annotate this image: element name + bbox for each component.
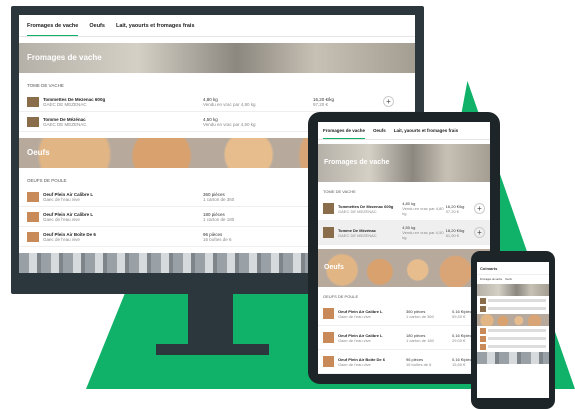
- section-banner-cheese: Fromages de vache: [19, 43, 415, 73]
- product-row[interactable]: Oeuf Plein Air Boîte De 6 Gaec de l'eau v…: [318, 350, 490, 374]
- list-item[interactable]: [480, 336, 546, 342]
- category-tabs: Fromages de vache Oeufs Lait, yaourts et…: [318, 122, 490, 140]
- group-label: TOME DE VACHE: [323, 189, 356, 194]
- product-thumbnail: [27, 96, 39, 107]
- product-qty-note: Vendu en vrac par 4,80 kg: [203, 101, 256, 107]
- product-thumbnail: [480, 344, 486, 350]
- plus-icon[interactable]: +: [473, 203, 485, 214]
- product-seller: GAEC DE MEZENAC: [338, 232, 377, 238]
- product-row[interactable]: Tomme De Mézénac GAEC DE MEZENAC 4,50 kg V…: [318, 221, 490, 245]
- dairy-photo: [477, 352, 549, 364]
- eggs-photo: [477, 314, 549, 326]
- list-item[interactable]: [480, 344, 546, 350]
- product-thumbnail: [323, 356, 334, 367]
- section-title: Oeufs: [324, 264, 344, 271]
- product-seller: Gaec de l'eau vive: [338, 361, 371, 367]
- product-seller: GAEC DE MEZENAC: [43, 101, 87, 107]
- monitor-base: [156, 344, 269, 355]
- product-qty-note: Vendu en vrac par 4,50 kg: [402, 230, 444, 240]
- tab-oeufs[interactable]: Oeufs: [505, 278, 512, 281]
- product-thumbnail: [323, 227, 334, 238]
- list-item[interactable]: [480, 306, 546, 312]
- list-item[interactable]: [480, 328, 546, 334]
- product-qty-note: 1 carton de 360: [406, 313, 434, 319]
- product-qty-note: 16 boîtes de 6: [203, 236, 232, 242]
- section-banner-eggs: Oeufs: [318, 249, 490, 287]
- product-thumbnail: [27, 116, 39, 127]
- product-row[interactable]: Oeuf Plein Air Calibre L Gaec de l'eau vi…: [318, 326, 490, 350]
- product-seller: Gaec de l'eau vive: [338, 337, 371, 343]
- product-thumbnail: [323, 308, 334, 319]
- text-placeholder: [488, 329, 546, 332]
- tab-fromages-de-vache[interactable]: Fromages de vache: [480, 278, 502, 281]
- product-qty-note: Vendu en vrac par 4,50 kg: [203, 121, 256, 127]
- section-title: Fromages de vache: [324, 159, 390, 166]
- tab-lait-yaourts[interactable]: Lait, yaourts et fromages frais: [116, 23, 195, 36]
- product-thumbnail: [323, 203, 334, 214]
- plus-icon[interactable]: +: [383, 96, 394, 107]
- category-tabs: Fromages de vache Oeufs: [477, 275, 549, 284]
- product-qty-note: 1 carton de 180: [203, 216, 235, 222]
- text-placeholder: [488, 307, 546, 310]
- tab-oeufs[interactable]: Oeufs: [373, 128, 386, 139]
- phone-screen: Colmarts Fromages de vache Oeufs: [477, 262, 549, 398]
- group-label: OEUFS DE POULE: [323, 294, 359, 299]
- list-item[interactable]: [480, 298, 546, 304]
- text-placeholder: [488, 337, 546, 340]
- product-thumbnail: [27, 191, 39, 202]
- app-title: Colmarts: [477, 262, 549, 275]
- section-title: Oeufs: [27, 148, 50, 157]
- tab-oeufs[interactable]: Oeufs: [89, 23, 105, 36]
- text-placeholder: [488, 299, 546, 302]
- product-thumbnail: [27, 231, 39, 242]
- monitor-stand: [188, 294, 233, 346]
- product-name: Tommettes De Mezenac 600g: [338, 203, 394, 209]
- product-qty-note: Vendu en vrac par 4,80 kg: [402, 206, 444, 216]
- product-seller: GAEC DE MEZENAC: [43, 121, 87, 127]
- product-seller: GAEC DE MEZENAC: [338, 208, 377, 214]
- product-row[interactable]: Tommettes De Mezenac 600g GAEC DE MEZENAC…: [318, 197, 490, 221]
- product-seller: Gaec de l'eau vive: [338, 313, 371, 319]
- product-qty-note: 1 carton de 180: [406, 337, 434, 343]
- devices-mockup: Fromages de vache Oeufs Lait, yaourts et…: [0, 0, 575, 409]
- product-row[interactable]: Tommettes De Mezenac 600g GAEC DE MEZENAC…: [19, 92, 415, 112]
- section-banner-cheese: Fromages de vache: [318, 144, 490, 182]
- product-qty-note: 16 boîtes de 6: [406, 361, 432, 367]
- product-seller: Gaec de l'eau vive: [43, 196, 80, 202]
- tab-fromages-de-vache[interactable]: Fromages de vache: [323, 128, 366, 139]
- product-seller: Gaec de l'eau vive: [43, 216, 80, 222]
- product-thumbnail: [480, 298, 486, 304]
- product-thumbnail: [323, 332, 334, 343]
- plus-icon[interactable]: +: [473, 227, 485, 238]
- tab-fromages-de-vache[interactable]: Fromages de vache: [27, 23, 79, 36]
- section-title: Fromages de vache: [27, 53, 102, 62]
- tab-lait-yaourts[interactable]: Lait, yaourts et fromages frais: [394, 128, 458, 139]
- product-thumbnail: [480, 336, 486, 342]
- category-tabs: Fromages de vache Oeufs Lait, yaourts et…: [19, 15, 415, 37]
- product-thumbnail: [480, 328, 486, 334]
- product-thumbnail: [480, 306, 486, 312]
- product-price: 97,20 €: [445, 208, 460, 214]
- product-thumbnail: [27, 211, 39, 222]
- product-price: 81,90 €: [445, 232, 460, 238]
- product-row[interactable]: Oeuf Plein Air Calibre L Gaec de l'eau vi…: [318, 302, 490, 326]
- group-label: TOME DE VACHE: [27, 83, 64, 88]
- text-placeholder: [488, 345, 546, 348]
- product-seller: Gaec de l'eau vive: [43, 236, 80, 242]
- cheese-photo: [477, 284, 549, 296]
- tablet-screen: Fromages de vache Oeufs Lait, yaourts et…: [318, 122, 490, 374]
- product-price: 97,20 €: [313, 101, 329, 107]
- product-qty-note: 1 carton de 360: [203, 196, 235, 202]
